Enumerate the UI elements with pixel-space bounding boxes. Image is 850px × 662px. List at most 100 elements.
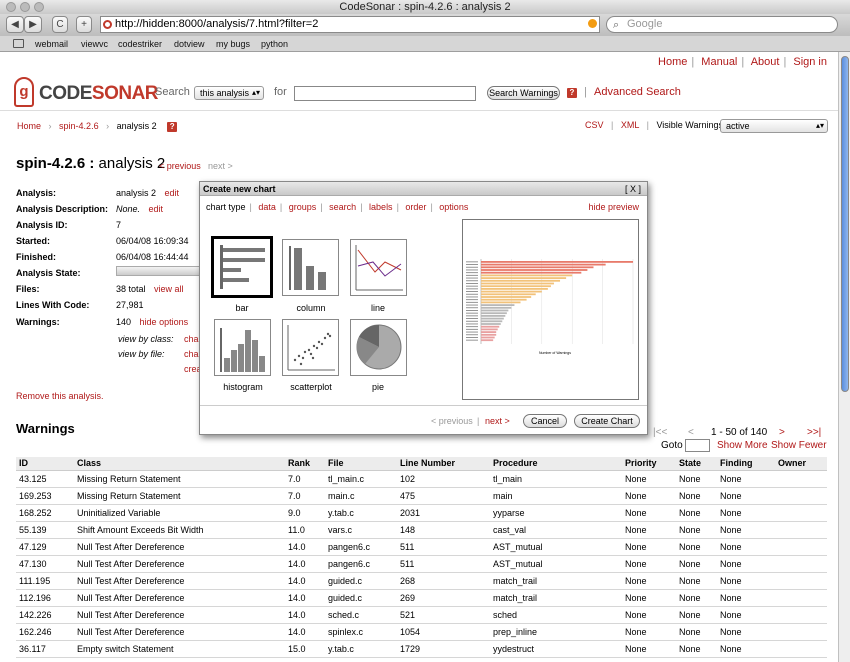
table-row[interactable]: 36.117 Empty switch Statement 15.0 y.tab.c 1… [16,640,827,658]
bookmark-webmail[interactable]: webmail [35,36,68,52]
table-row[interactable]: 43.125 Missing Return Statement 7.0 tl_main… [16,470,827,488]
chart-type-scatterplot[interactable] [282,319,339,376]
search-query-input[interactable] [294,86,476,101]
hide-preview-link[interactable]: hide preview [588,202,639,212]
back-button[interactable]: ◀ [6,16,24,33]
chart-type-histogram[interactable] [214,319,271,376]
show-more-link[interactable]: Show More [717,440,768,451]
tab-options[interactable]: options [439,202,468,212]
show-fewer-link[interactable]: Show Fewer [771,440,827,451]
description-edit-link[interactable]: edit [149,204,164,214]
class-cell: Null Test After Dereference [74,538,285,556]
breadcrumb-home[interactable]: Home [17,121,41,131]
goto-input[interactable] [685,439,710,452]
window-titlebar: CodeSonar : spin-4.2.6 : analysis 2 [0,0,850,14]
breadcrumb-project[interactable]: spin-4.2.6 [59,121,99,131]
column-header[interactable]: File [325,457,397,471]
tab-groups[interactable]: groups [289,202,317,212]
column-header[interactable]: Rank [285,457,325,471]
column-header[interactable]: Owner [775,457,827,471]
tab-labels[interactable]: labels [369,202,393,212]
dialog-previous-link[interactable]: < previous [431,416,473,426]
table-row[interactable]: 47.130 Null Test After Dereference 14.0 pan… [16,555,827,573]
previous-analysis-link[interactable]: < previous [159,161,201,171]
search-help-icon[interactable]: ? [567,88,577,98]
view-by-class-chart-link[interactable]: cha [184,334,199,344]
table-row[interactable]: 112.196 Null Test After Dereference 14.0 gu… [16,589,827,607]
dialog-next-link[interactable]: next > [485,416,510,426]
column-header[interactable]: Procedure [490,457,622,471]
chart-type-column-label[interactable]: column [281,303,341,313]
tab-search[interactable]: search [329,202,356,212]
table-row[interactable]: 111.195 Null Test After Dereference 14.0 gu… [16,572,827,590]
chart-type-histogram-label[interactable]: histogram [213,382,273,392]
about-link[interactable]: About [751,56,780,68]
pager-last[interactable]: >>| [807,427,821,438]
chart-type-line[interactable] [350,239,407,296]
bookmark-python[interactable]: python [261,36,288,52]
remove-analysis-link[interactable]: Remove this analysis. [16,391,104,401]
chart-type-scatterplot-label[interactable]: scatterplot [281,382,341,392]
advanced-search-link[interactable]: Advanced Search [594,86,681,98]
column-header[interactable]: Priority [622,457,676,471]
pager-prev[interactable]: < [688,427,694,438]
chart-type-bar-label[interactable]: bar [212,303,272,313]
sign-in-link[interactable]: Sign in [793,56,827,68]
url-field[interactable]: http://hidden:8000/analysis/7.html?filte… [100,16,600,33]
add-bookmark-button[interactable]: + [76,16,92,33]
bookmark-viewvc[interactable]: viewvc [81,36,108,52]
table-row[interactable]: 47.129 Null Test After Dereference 14.0 pan… [16,538,827,556]
visible-warnings-select[interactable]: active ▴▾ [720,119,828,133]
table-row[interactable]: 142.226 Null Test After Dereference 14.0 sc… [16,606,827,624]
forward-button[interactable]: ▶ [24,16,42,33]
bookmark-codestriker[interactable]: codestriker [118,36,162,52]
xml-link[interactable]: XML [621,120,639,130]
table-row[interactable]: 168.252 Uninitialized Variable 9.0 y.tab.c 2… [16,504,827,522]
chart-type-pie[interactable] [350,319,407,376]
view-by-file-chart-link[interactable]: cha [184,349,199,359]
next-analysis-link[interactable]: next > [208,161,233,171]
table-row[interactable]: 162.246 Null Test After Dereference 14.0 sp… [16,623,827,641]
reload-button[interactable]: C [52,16,68,33]
cancel-button[interactable]: Cancel [523,414,567,428]
tab-chart-type[interactable]: chart type [206,202,246,212]
column-header[interactable]: Class [74,457,285,471]
owner-cell [775,623,827,641]
table-row[interactable]: 55.139 Shift Amount Exceeds Bit Width 11.0… [16,521,827,539]
chart-type-bar[interactable] [211,236,273,298]
state-cell: None [676,555,717,573]
create-chart-button[interactable]: Create Chart [574,414,640,428]
dialog-close-button[interactable]: [ X ] [625,182,641,196]
analysis-edit-link[interactable]: edit [165,188,180,198]
tab-order[interactable]: order [405,202,426,212]
browser-search-input[interactable]: ⌕ Google [606,16,838,33]
search-scope-select[interactable]: this analysis ▴▾ [194,86,264,100]
state-cell: None [676,640,717,658]
column-header[interactable]: State [676,457,717,471]
table-row[interactable]: 169.253 Missing Return Statement 7.0 main.c… [16,487,827,505]
chart-type-pie-label[interactable]: pie [348,382,408,392]
hide-options-link[interactable]: hide options [140,317,189,327]
search-warnings-button[interactable]: Search Warnings [487,86,560,100]
view-all-files-link[interactable]: view all [154,284,184,294]
scrollbar-thumb[interactable] [841,56,849,392]
column-header[interactable]: Line Number [397,457,490,471]
column-header[interactable]: Finding [717,457,775,471]
pager-first[interactable]: |<< [653,427,667,438]
manual-link[interactable]: Manual [701,56,737,68]
finished-value: 06/04/08 16:44:44 [116,252,189,262]
rss-icon[interactable] [588,19,597,28]
tab-data[interactable]: data [258,202,276,212]
export-links: CSV | XML | Visible Warnings: [585,120,726,130]
vertical-scrollbar[interactable] [838,52,850,662]
column-header[interactable]: ID [16,457,74,471]
chart-type-line-label[interactable]: line [348,303,408,313]
pager-next[interactable]: > [779,427,785,438]
bookmark-dotview[interactable]: dotview [174,36,205,52]
book-icon[interactable] [13,39,24,48]
csv-link[interactable]: CSV [585,120,604,130]
home-link[interactable]: Home [658,56,687,68]
breadcrumb-help-icon[interactable]: ? [167,122,178,132]
bookmark-my-bugs[interactable]: my bugs [216,36,250,52]
chart-type-column[interactable] [282,239,339,296]
